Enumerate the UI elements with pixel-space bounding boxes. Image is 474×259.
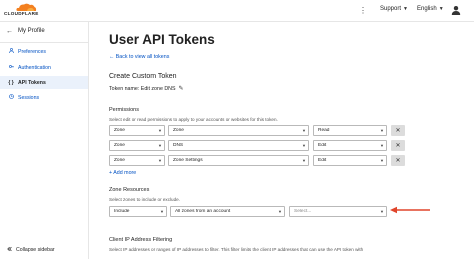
more-menu-icon[interactable]: ⋮ [359,6,367,15]
zone-resources-label: Zone Resources [109,187,150,193]
chevron-down-icon: ▼ [380,143,384,148]
include-exclude-select[interactable]: Include ▼ [109,206,167,217]
clock-icon [7,94,15,101]
permission-scope-select[interactable]: Zone ▼ [109,125,165,136]
permission-access-select[interactable]: Edit ▼ [313,155,387,166]
permission-scope-select[interactable]: Zone ▼ [109,155,165,166]
chevron-down-icon: ▼ [158,158,162,163]
support-label: Support [380,6,402,12]
permission-resource-select[interactable]: Zone ▼ [168,125,309,136]
key-icon [7,64,15,71]
chevron-down-icon: ▼ [380,128,384,133]
support-dropdown[interactable]: Support ▼ [380,6,408,12]
add-more-permissions-link[interactable]: + Add more [109,170,136,176]
section-title: Create Custom Token [109,73,177,80]
ip-filtering-help: Select IP addresses or ranges of IP addr… [109,247,364,252]
logo-text: CLOUDFLARE [4,11,39,16]
zone-scope-select[interactable]: All zones from an account ▼ [170,206,285,217]
collapse-sidebar-button[interactable]: Collapse sidebar [6,246,55,254]
permission-resource-select[interactable]: DNS ▼ [168,140,309,151]
sidebar-item-label: Preferences [18,48,46,55]
sidebar-item-label: API Tokens [18,79,46,86]
chevron-down-icon: ▼ [160,209,164,214]
cloudflare-logo[interactable]: CLOUDFLARE [4,2,44,18]
sidebar-item-label: Sessions [18,94,40,101]
caret-down-icon: ▼ [403,6,408,12]
chevron-down-icon: ▼ [278,209,282,214]
language-dropdown[interactable]: English ▼ [417,6,444,12]
token-name: Token name: Edit zone DNS ✎ [109,85,184,93]
permission-access-select[interactable]: Read ▼ [313,125,387,136]
token-name-text: Token name: Edit zone DNS [109,85,176,92]
permissions-label: Permissions [109,107,139,113]
sidebar-item-label: Authentication [18,64,51,71]
chevron-down-icon: ▼ [380,209,384,214]
collapse-label: Collapse sidebar [16,247,55,253]
ip-filtering-label: Client IP Address Filtering [109,237,173,243]
remove-row-button[interactable]: ✕ [391,155,405,166]
user-account-icon[interactable] [451,5,461,15]
close-icon: ✕ [395,158,401,164]
permission-scope-select[interactable]: Zone ▼ [109,140,165,151]
braces-icon: { } [8,79,14,86]
user-icon [7,48,15,55]
top-bar: CLOUDFLARE ⋮ Support ▼ English ▼ [0,0,474,22]
annotation-arrow-icon [390,206,430,214]
remove-row-button[interactable]: ✕ [391,140,405,151]
chevron-down-icon: ▼ [302,158,306,163]
permission-access-select[interactable]: Edit ▼ [313,140,387,151]
back-to-tokens-link[interactable]: ← Back to view all tokens [109,54,169,60]
sidebar-item-preferences[interactable]: Preferences [0,45,88,58]
chevron-down-icon: ▼ [302,143,306,148]
sidebar-item-api-tokens[interactable]: { } API Tokens [0,76,88,89]
collapse-icon [6,246,12,254]
language-label: English [417,6,437,12]
close-icon: ✕ [395,128,401,134]
remove-row-button[interactable]: ✕ [391,125,405,136]
chevron-down-icon: ▼ [380,158,384,163]
account-select[interactable]: Select... ▼ [289,206,387,217]
sidebar: ← My Profile Preferences Authentication … [0,22,89,259]
close-icon: ✕ [395,143,401,149]
back-arrow-icon[interactable]: ← [6,28,13,35]
sidebar-item-sessions[interactable]: Sessions [0,91,88,104]
page-title: User API Tokens [109,32,215,47]
caret-down-icon: ▼ [438,6,444,12]
zone-resources-help: Select zones to include or exclude. [109,197,180,202]
sidebar-title: My Profile [18,28,45,34]
chevron-down-icon: ▼ [158,128,162,133]
permission-resource-select[interactable]: Zone Settings ▼ [168,155,309,166]
sidebar-item-authentication[interactable]: Authentication [0,61,88,74]
divider [0,42,89,43]
chevron-down-icon: ▼ [302,128,306,133]
permissions-help: Select edit or read permissions to apply… [109,117,278,122]
edit-pencil-icon[interactable]: ✎ [179,85,184,92]
chevron-down-icon: ▼ [158,143,162,148]
